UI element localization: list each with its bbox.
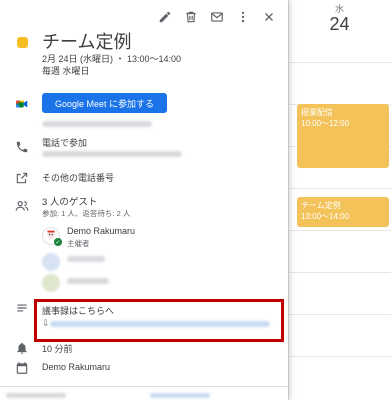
event-color-chip: [17, 37, 28, 48]
bell-icon: [14, 340, 30, 356]
phone-icon: [14, 139, 30, 155]
calendar-event-title: チーム定例: [301, 201, 341, 210]
column-divider: [288, 0, 289, 400]
calendar-event[interactable]: 授業配信 10:00～12:00: [297, 104, 389, 168]
calendar-event[interactable]: チーム定例 13:00～14:00: [297, 197, 389, 227]
calendar-event-time: 13:00～14:00: [301, 212, 350, 221]
organizer-role: 主催者: [67, 239, 90, 248]
highlight-box: [34, 299, 284, 342]
grid-line: [288, 230, 391, 231]
people-icon: [14, 198, 30, 214]
google-meet-icon: [14, 96, 30, 112]
grid-line: [288, 62, 391, 63]
day-number[interactable]: 24: [288, 14, 391, 35]
join-meet-button[interactable]: Google Meet に参加する: [42, 93, 167, 113]
calendar-event-time: 10:00～12:00: [301, 119, 350, 128]
calendar-event-title: 授業配信: [301, 108, 333, 117]
guests-summary: 参加: 1 人、返答待ち: 2 人: [42, 209, 131, 218]
phone-number-blurred: [42, 151, 182, 157]
notes-icon: [14, 300, 30, 316]
grid-line: [288, 188, 391, 189]
trash-icon[interactable]: [178, 6, 204, 28]
more-vert-icon[interactable]: [230, 6, 256, 28]
guests-title: 3 人のゲスト: [42, 197, 98, 208]
join-by-phone-link[interactable]: 電話で参加: [42, 136, 87, 149]
organizer-name[interactable]: Demo Rakumaru: [67, 226, 135, 236]
rsvp-bar: [0, 386, 288, 400]
rsvp-options-blurred[interactable]: [150, 393, 210, 398]
grid-line: [288, 356, 391, 357]
event-details-popup: チーム定例 2月 24日 (水曜日) ・ 13:00～14:00 毎週 水曜日 …: [0, 0, 288, 400]
close-icon[interactable]: [256, 6, 282, 28]
rsvp-label-blurred: [6, 393, 66, 398]
guest-avatar: [42, 274, 60, 292]
event-title: チーム定例: [42, 32, 132, 52]
grid-line: [288, 314, 391, 315]
mail-icon[interactable]: [204, 6, 230, 28]
pencil-icon[interactable]: [152, 6, 178, 28]
reminder-text: 10 分前: [42, 344, 73, 354]
popup-toolbar: [152, 6, 282, 28]
calendar-day-column: 水 24 授業配信 10:00～12:00 チーム定例 13:00～14:00: [288, 0, 391, 400]
guest-avatar: [42, 253, 60, 271]
calendar-owner: Demo Rakumaru: [42, 362, 111, 372]
event-recurrence: 毎週 水曜日: [42, 66, 90, 76]
more-phone-numbers-link[interactable]: その他の電話番号: [42, 171, 114, 184]
guest-name-blurred[interactable]: [67, 278, 109, 284]
guest-name-blurred[interactable]: [67, 256, 105, 262]
calendar-icon: [14, 360, 30, 376]
meet-link-blurred[interactable]: [42, 121, 152, 127]
grid-line: [288, 272, 391, 273]
accepted-check-icon: ✓: [54, 238, 62, 246]
open-external-icon: [14, 170, 30, 186]
